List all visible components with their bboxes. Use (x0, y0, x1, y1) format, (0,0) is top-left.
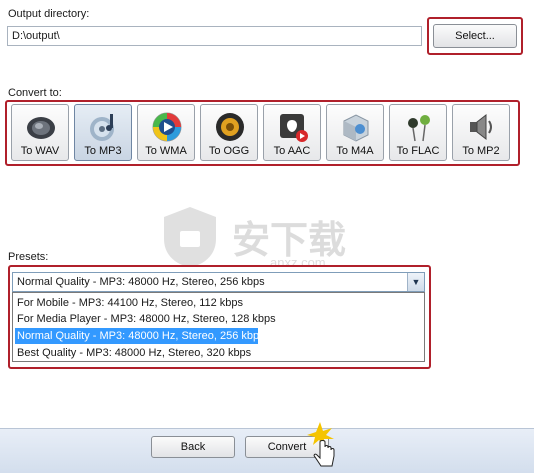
select-directory-button[interactable]: Select... (433, 24, 517, 48)
to-aac-button[interactable]: To AAC (263, 104, 321, 161)
presets-dropdown[interactable]: Normal Quality - MP3: 48000 Hz, Stereo, … (12, 272, 425, 292)
to-wma-label: To WMA (145, 145, 187, 157)
to-flac-button[interactable]: To FLAC (389, 104, 447, 161)
to-m4a-label: To M4A (336, 145, 374, 157)
windows-media-icon (152, 112, 182, 142)
to-ogg-label: To OGG (208, 145, 250, 157)
presets-label: Presets: (8, 251, 49, 263)
to-mp3-label: To MP3 (84, 145, 122, 157)
ogg-speaker-icon (216, 113, 244, 141)
preset-option-best-quality[interactable]: Best Quality - MP3: 48000 Hz, Stereo, 32… (15, 345, 251, 361)
to-mp2-label: To MP2 (462, 145, 500, 157)
loudspeaker-icon (470, 113, 492, 141)
preset-option-mobile[interactable]: For Mobile - MP3: 44100 Hz, Stereo, 112 … (15, 295, 243, 311)
cd-icon (90, 114, 114, 141)
to-mp3-button[interactable]: To MP3 (74, 104, 132, 161)
to-wav-button[interactable]: To WAV (11, 104, 69, 161)
to-aac-label: To AAC (273, 145, 311, 157)
hand-cursor-icon (307, 422, 335, 467)
output-directory-label: Output directory: (8, 8, 90, 20)
shield-watermark-icon (164, 207, 216, 267)
to-m4a-button[interactable]: To M4A (326, 104, 384, 161)
apple-icon (280, 114, 308, 142)
back-button[interactable]: Back (151, 436, 235, 458)
earbuds-icon (408, 115, 430, 142)
presets-option-list: For Mobile - MP3: 44100 Hz, Stereo, 112 … (12, 292, 425, 362)
to-ogg-button[interactable]: To OGG (200, 104, 258, 161)
convert-to-label: Convert to: (8, 87, 62, 99)
chevron-down-icon[interactable]: ▼ (407, 273, 424, 291)
preset-option-normal-quality[interactable]: Normal Quality - MP3: 48000 Hz, Stereo, … (15, 328, 265, 344)
to-flac-label: To FLAC (396, 145, 440, 157)
speaker-icon (27, 117, 55, 139)
m4a-box-icon (343, 114, 369, 142)
to-wma-button[interactable]: To WMA (137, 104, 195, 161)
to-wav-label: To WAV (20, 145, 60, 157)
output-directory-field[interactable]: D:\output\ (7, 26, 422, 46)
to-mp2-button[interactable]: To MP2 (452, 104, 510, 161)
presets-selected-value: Normal Quality - MP3: 48000 Hz, Stereo, … (17, 276, 265, 288)
preset-option-media-player[interactable]: For Media Player - MP3: 48000 Hz, Stereo… (15, 311, 276, 327)
